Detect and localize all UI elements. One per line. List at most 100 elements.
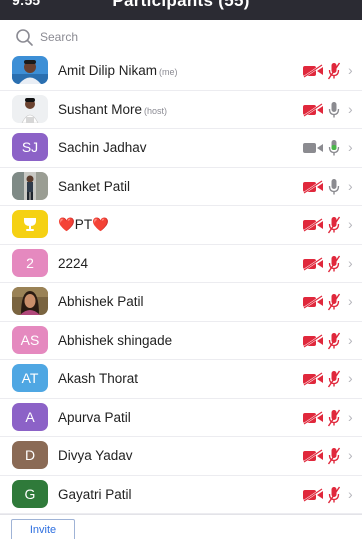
chevron-right-icon[interactable]: › — [348, 370, 356, 386]
participant-name-container: Divya Yadav — [58, 448, 133, 463]
avatar — [12, 94, 48, 123]
chevron-right-icon[interactable]: › — [348, 486, 356, 502]
mic-icon[interactable] — [327, 139, 341, 157]
chevron-right-icon[interactable]: › — [348, 332, 356, 348]
avatar — [12, 171, 48, 200]
participant-row[interactable]: Amit Dilip Nikam (me) › — [0, 52, 362, 91]
video-off-icon[interactable] — [302, 333, 324, 348]
participant-name-container: Sanket Patil — [58, 179, 130, 194]
participant-name-container: Abhishek Patil — [58, 294, 144, 309]
chevron-right-icon[interactable]: › — [348, 62, 356, 78]
chevron-right-icon[interactable]: › — [348, 216, 356, 232]
participant-name: Sanket Patil — [58, 178, 131, 194]
participant-row[interactable]: SJ Sachin Jadhav › — [0, 129, 362, 168]
avatar-initials: 2 — [26, 254, 34, 271]
participant-row[interactable]: A Apurva Patil › — [0, 398, 362, 437]
participant-row[interactable]: Abhishek Patil › — [0, 283, 362, 322]
participant-row[interactable]: D Divya Yadav › — [0, 437, 362, 476]
search-icon — [16, 29, 33, 46]
mic-muted-icon[interactable] — [327, 409, 341, 427]
video-off-icon[interactable] — [302, 449, 324, 463]
participant-list: Amit Dilip Nikam (me) › Sushant More (host) ›… — [0, 52, 362, 514]
video-off-icon[interactable] — [302, 256, 324, 271]
avatar: 2 — [12, 248, 48, 277]
avatar: AS — [12, 325, 48, 354]
title-bar: 9:55 Participants (55) — [0, 0, 362, 20]
participant-name: ❤️PT❤️ — [58, 217, 109, 232]
avatar — [12, 287, 48, 315]
video-off-icon[interactable] — [302, 102, 324, 117]
participant-name-container: Apurva Patil — [58, 410, 131, 425]
search-input[interactable] — [40, 27, 340, 47]
participant-row[interactable]: Sanket Patil › — [0, 167, 362, 206]
avatar-initials: AS — [20, 331, 40, 348]
role-tag: (me) — [159, 67, 178, 77]
search-bar — [0, 21, 362, 53]
avatar: AT — [12, 364, 48, 392]
participant-name-container: Sachin Jadhav — [58, 140, 147, 155]
mic-icon[interactable] — [327, 101, 341, 119]
mic-muted-icon[interactable] — [327, 486, 341, 504]
avatar-initials: D — [24, 447, 36, 463]
participant-row[interactable]: 2 2224 › — [0, 244, 362, 283]
role-tag: (host) — [144, 105, 168, 116]
avatar-initials: SJ — [21, 139, 39, 155]
participant-name-container: Abhishek shingade — [58, 333, 172, 348]
mic-muted-icon[interactable] — [327, 332, 341, 350]
avatar — [12, 56, 48, 84]
mic-muted-icon[interactable] — [327, 370, 341, 388]
avatar-initials: A — [25, 408, 35, 425]
trophy-icon — [24, 218, 36, 231]
participant-name-container: ❤️PT❤️ — [58, 217, 109, 233]
participant-name: Amit Dilip Nikam — [58, 63, 158, 78]
chevron-right-icon[interactable]: › — [348, 409, 356, 425]
mic-icon[interactable] — [327, 178, 341, 196]
video-off-icon[interactable] — [302, 64, 324, 78]
mic-muted-icon[interactable] — [327, 255, 341, 273]
video-off-icon[interactable] — [302, 410, 324, 425]
participant-name-container: Akash Thorat — [58, 371, 138, 386]
avatar: A — [12, 402, 48, 431]
video-on-icon[interactable] — [302, 141, 324, 155]
participant-name: Akash Thorat — [58, 371, 139, 386]
participant-name-container: Gayatri Patil — [58, 487, 132, 502]
avatar — [12, 210, 48, 238]
chevron-right-icon[interactable]: › — [348, 101, 356, 117]
video-off-icon[interactable] — [302, 179, 324, 194]
page-title: Participants (55) — [112, 0, 250, 10]
video-off-icon[interactable] — [302, 372, 324, 386]
video-off-icon[interactable] — [302, 218, 324, 232]
participant-name: Divya Yadav — [58, 448, 133, 463]
participant-name: 2224 — [58, 255, 89, 271]
avatar-initials: AT — [21, 370, 39, 386]
video-off-icon[interactable] — [302, 487, 324, 502]
mic-muted-icon[interactable] — [327, 447, 341, 465]
mic-muted-icon[interactable] — [327, 293, 341, 311]
video-off-icon[interactable] — [302, 295, 324, 309]
avatar: G — [12, 479, 48, 508]
participant-name: Sushant More — [58, 101, 143, 117]
avatar: SJ — [12, 133, 48, 161]
participant-row[interactable]: Sushant More (host) › — [0, 90, 362, 129]
participant-row[interactable]: G Gayatri Patil › — [0, 475, 362, 514]
participant-row[interactable]: ❤️PT❤️ › — [0, 206, 362, 245]
invite-button[interactable]: Invite — [11, 519, 75, 539]
mic-muted-icon[interactable] — [327, 62, 341, 80]
participant-row[interactable]: AS Abhishek shingade › — [0, 321, 362, 360]
participant-name: Sachin Jadhav — [58, 140, 147, 155]
participant-name-container: 2224 — [58, 256, 88, 271]
chevron-right-icon[interactable]: › — [348, 293, 356, 309]
chevron-right-icon[interactable]: › — [348, 139, 356, 155]
avatar: D — [12, 441, 48, 469]
bottom-toolbar: Invite — [0, 514, 362, 539]
participant-name-container: Amit Dilip Nikam (me) — [58, 63, 178, 78]
chevron-right-icon[interactable]: › — [348, 447, 356, 463]
participant-name-container: Sushant More (host) — [58, 102, 167, 117]
participant-name: Abhishek shingade — [58, 332, 173, 348]
participant-row[interactable]: AT Akash Thorat › — [0, 360, 362, 399]
participant-name: Gayatri Patil — [58, 486, 132, 502]
chevron-right-icon[interactable]: › — [348, 178, 356, 194]
avatar-initials: G — [24, 485, 36, 502]
mic-muted-icon[interactable] — [327, 216, 341, 234]
chevron-right-icon[interactable]: › — [348, 255, 356, 271]
